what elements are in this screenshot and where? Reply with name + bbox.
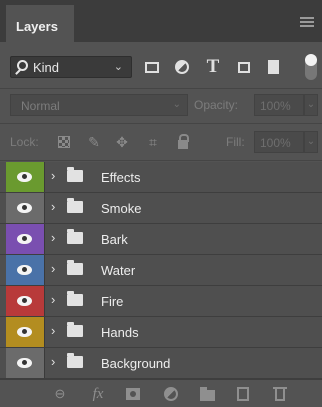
divider: [44, 193, 45, 223]
layer-name: Water: [101, 263, 136, 278]
folder-icon: [67, 198, 83, 213]
layers-panel: Layers Kind ⌄ T Normal ⌄ Opacity: 100% ⌄: [0, 0, 322, 407]
layer-filter-row: Kind ⌄ T: [0, 42, 322, 88]
blend-mode-value: Normal: [21, 99, 60, 113]
layer-row[interactable]: › Hands: [0, 317, 322, 348]
layer-name: Background: [101, 356, 171, 371]
chevron-down-icon: ⌄: [113, 61, 123, 73]
add-mask-icon[interactable]: [123, 385, 143, 403]
visibility-toggle[interactable]: [6, 317, 44, 347]
new-adjustment-layer-icon[interactable]: [161, 385, 181, 403]
link-layers-icon[interactable]: ⊖: [50, 385, 70, 403]
opacity-label: Opacity:: [194, 98, 239, 112]
opacity-dropdown-button[interactable]: ⌄: [304, 94, 318, 116]
lock-position-icon[interactable]: ✥: [113, 133, 131, 151]
eye-icon: [17, 203, 32, 213]
fill-value: 100%: [260, 136, 291, 150]
expand-chevron-icon[interactable]: ›: [51, 261, 55, 276]
lock-label: Lock:: [10, 135, 39, 149]
layer-style-fx-icon[interactable]: fx: [88, 385, 108, 403]
eye-icon: [17, 172, 32, 182]
expand-chevron-icon[interactable]: ›: [51, 168, 55, 183]
divider: [44, 286, 45, 316]
expand-chevron-icon[interactable]: ›: [51, 292, 55, 307]
eye-icon: [17, 234, 32, 244]
layer-row[interactable]: › Water: [0, 255, 322, 286]
layer-name: Fire: [101, 294, 124, 309]
layers-tab-label: Layers: [16, 19, 58, 34]
delete-layer-icon[interactable]: [270, 385, 290, 403]
blend-mode-select[interactable]: Normal ⌄: [10, 94, 188, 116]
chevron-down-icon: ⌄: [172, 99, 181, 110]
blend-row: Normal ⌄ Opacity: 100% ⌄: [0, 89, 322, 123]
folder-icon: [67, 322, 83, 337]
opacity-value: 100%: [260, 99, 291, 113]
layer-name: Hands: [101, 325, 139, 340]
new-group-icon[interactable]: [197, 385, 217, 403]
visibility-toggle[interactable]: [6, 193, 44, 223]
layers-list: › Effects › Smoke › Bark › Water › Fire …: [0, 162, 322, 379]
lock-row: Lock: ✎ ✥ ⌗ Fill: 100% ⌄: [0, 124, 322, 160]
shape-layer-filter-icon[interactable]: [234, 56, 254, 78]
type-layer-filter-icon[interactable]: T: [203, 56, 223, 78]
layers-tab[interactable]: Layers: [6, 5, 74, 42]
expand-chevron-icon[interactable]: ›: [51, 199, 55, 214]
eye-icon: [17, 358, 32, 368]
expand-chevron-icon[interactable]: ›: [51, 354, 55, 369]
search-icon: [17, 60, 28, 71]
layer-name: Effects: [101, 170, 141, 185]
visibility-toggle[interactable]: [6, 224, 44, 254]
panel-tab-bar: Layers: [0, 0, 322, 42]
fill-field[interactable]: 100%: [254, 131, 304, 153]
layer-row[interactable]: › Fire: [0, 286, 322, 317]
new-layer-icon[interactable]: [233, 385, 253, 403]
divider: [0, 160, 322, 161]
divider: [44, 348, 45, 378]
visibility-toggle[interactable]: [6, 286, 44, 316]
visibility-toggle[interactable]: [6, 162, 44, 192]
visibility-toggle[interactable]: [6, 255, 44, 285]
lock-image-pixels-icon[interactable]: ✎: [85, 133, 103, 151]
divider: [44, 317, 45, 347]
adjustment-layer-filter-icon[interactable]: [172, 56, 192, 78]
layer-name: Bark: [101, 232, 128, 247]
lock-artboard-icon[interactable]: ⌗: [144, 133, 162, 151]
folder-icon: [67, 260, 83, 275]
eye-icon: [17, 296, 32, 306]
opacity-field[interactable]: 100%: [254, 94, 304, 116]
divider: [44, 224, 45, 254]
panel-menu-icon[interactable]: [300, 17, 314, 27]
smart-object-filter-icon[interactable]: [263, 56, 283, 78]
folder-icon: [67, 167, 83, 182]
filter-kind-label: Kind: [33, 60, 60, 75]
filter-kind-select[interactable]: Kind ⌄: [10, 56, 132, 78]
lock-all-icon[interactable]: [174, 133, 192, 151]
eye-icon: [17, 265, 32, 275]
divider: [44, 162, 45, 192]
visibility-toggle[interactable]: [6, 348, 44, 378]
pixel-layer-filter-icon[interactable]: [142, 56, 162, 78]
fill-dropdown-button[interactable]: ⌄: [304, 131, 318, 153]
filter-toggle[interactable]: [305, 54, 317, 80]
lock-transparent-pixels-icon[interactable]: [55, 133, 73, 151]
layer-name: Smoke: [101, 201, 142, 216]
layer-row[interactable]: › Effects: [0, 162, 322, 193]
expand-chevron-icon[interactable]: ›: [51, 230, 55, 245]
expand-chevron-icon[interactable]: ›: [51, 323, 55, 338]
divider: [44, 255, 45, 285]
layer-row[interactable]: › Bark: [0, 224, 322, 255]
folder-icon: [67, 229, 83, 244]
layer-row[interactable]: › Smoke: [0, 193, 322, 224]
eye-icon: [17, 327, 32, 337]
layer-row[interactable]: › Background: [0, 348, 322, 379]
folder-icon: [67, 353, 83, 368]
layers-bottom-toolbar: ⊖ fx: [0, 379, 322, 407]
folder-icon: [67, 291, 83, 306]
fill-label: Fill:: [226, 135, 245, 149]
